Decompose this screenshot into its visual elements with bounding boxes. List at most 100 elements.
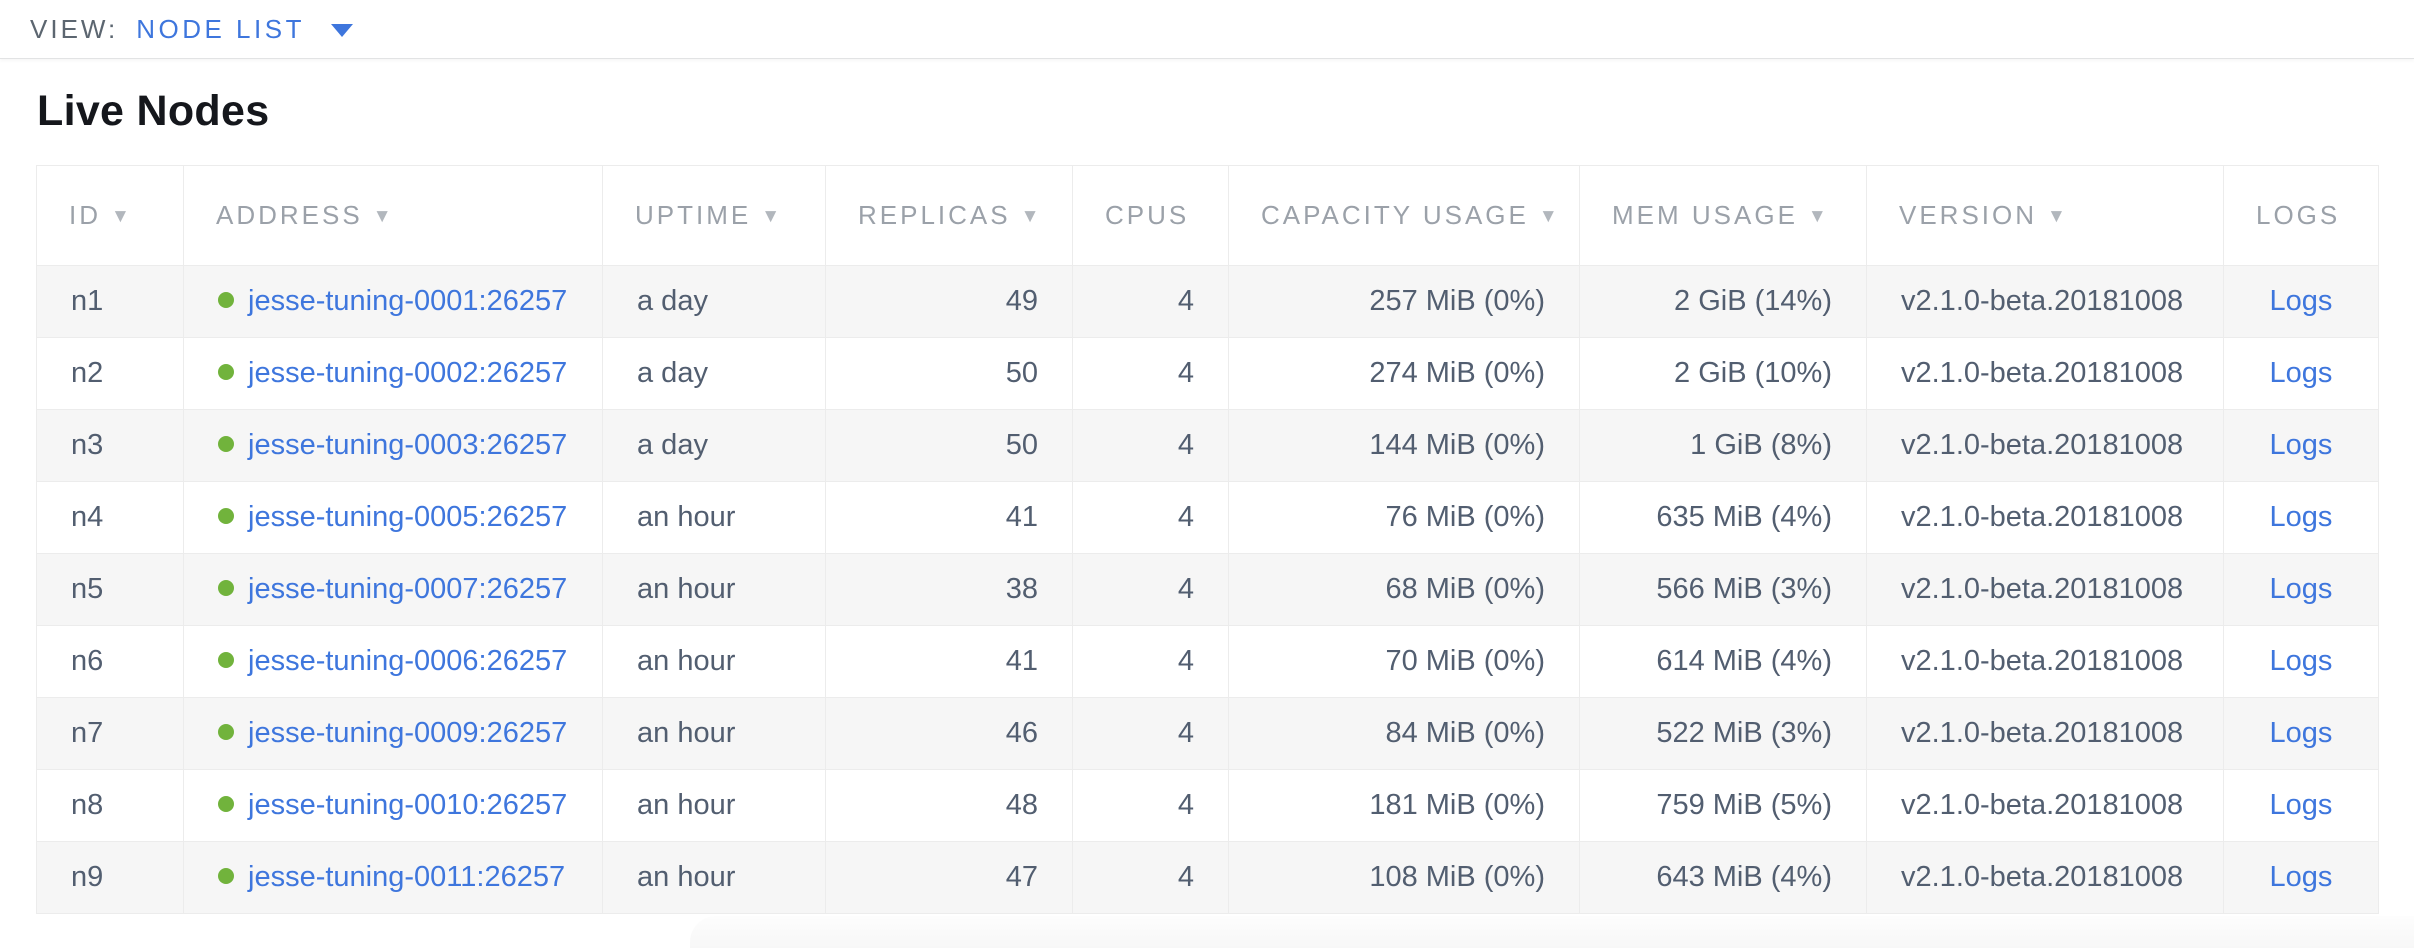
cell-address: jesse-tuning-0006:26257: [184, 626, 603, 698]
cell-logs: Logs: [2224, 626, 2379, 698]
column-header-label: ADDRESS: [216, 200, 363, 230]
node-address-link[interactable]: jesse-tuning-0002:26257: [248, 357, 567, 389]
column-header-capacity[interactable]: CAPACITY USAGE▼: [1229, 166, 1580, 266]
cell-id: n9: [37, 842, 184, 914]
table-row: n7jesse-tuning-0009:26257an hour46484 Mi…: [37, 698, 2379, 770]
node-address-link[interactable]: jesse-tuning-0009:26257: [248, 717, 567, 749]
cell-version: v2.1.0-beta.20181008: [1867, 338, 2224, 410]
node-address-link[interactable]: jesse-tuning-0011:26257: [248, 861, 565, 893]
table-row: n9jesse-tuning-0011:26257an hour474108 M…: [37, 842, 2379, 914]
cell-address: jesse-tuning-0007:26257: [184, 554, 603, 626]
table-row: n4jesse-tuning-0005:26257an hour41476 Mi…: [37, 482, 2379, 554]
logs-link[interactable]: Logs: [2270, 717, 2333, 749]
logs-link[interactable]: Logs: [2270, 861, 2333, 893]
cell-logs: Logs: [2224, 770, 2379, 842]
column-header-label: CPUS: [1105, 200, 1189, 230]
cell-logs: Logs: [2224, 698, 2379, 770]
sort-desc-icon: ▼: [373, 206, 395, 228]
cell-uptime: an hour: [603, 626, 826, 698]
cell-version: v2.1.0-beta.20181008: [1867, 554, 2224, 626]
node-address-link[interactable]: jesse-tuning-0005:26257: [248, 501, 567, 533]
sort-desc-icon: ▼: [1021, 206, 1043, 228]
cell-address: jesse-tuning-0001:26257: [184, 266, 603, 338]
cell-logs: Logs: [2224, 842, 2379, 914]
cell-version: v2.1.0-beta.20181008: [1867, 266, 2224, 338]
sort-desc-icon: ▼: [761, 206, 783, 228]
logs-link[interactable]: Logs: [2270, 501, 2333, 533]
table-header-row: ID▼ ADDRESS ▼ UPTIME ▼ REPLICAS ▼ CPUS CAPACITY …: [37, 166, 2379, 266]
logs-link[interactable]: Logs: [2270, 357, 2333, 389]
cell-mem: 635 MiB (4%): [1580, 482, 1867, 554]
cell-cpus: 4: [1073, 554, 1229, 626]
node-status-icon: [218, 436, 234, 452]
cell-logs: Logs: [2224, 338, 2379, 410]
cell-replicas: 49: [826, 266, 1073, 338]
column-header-replicas[interactable]: REPLICAS ▼: [826, 166, 1073, 266]
cell-uptime: an hour: [603, 842, 826, 914]
node-address-link[interactable]: jesse-tuning-0003:26257: [248, 429, 567, 461]
cell-address: jesse-tuning-0011:26257: [184, 842, 603, 914]
cell-logs: Logs: [2224, 554, 2379, 626]
sort-desc-icon: ▼: [1808, 206, 1830, 228]
view-node-list-dropdown[interactable]: NODE LIST: [136, 14, 353, 45]
column-header-logs: LOGS: [2224, 166, 2379, 266]
column-header-uptime[interactable]: UPTIME ▼: [603, 166, 826, 266]
cell-address: jesse-tuning-0010:26257: [184, 770, 603, 842]
column-header-address[interactable]: ADDRESS ▼: [184, 166, 603, 266]
table-row: n6jesse-tuning-0006:26257an hour41470 Mi…: [37, 626, 2379, 698]
view-selected-value[interactable]: NODE LIST: [136, 14, 305, 45]
cell-replicas: 38: [826, 554, 1073, 626]
column-header-id[interactable]: ID▼: [37, 166, 184, 266]
cell-mem: 643 MiB (4%): [1580, 842, 1867, 914]
node-status-icon: [218, 868, 234, 884]
view-bar: VIEW: NODE LIST: [0, 0, 2414, 59]
cell-id: n5: [37, 554, 184, 626]
column-header-version[interactable]: VERSION▼: [1867, 166, 2224, 266]
chevron-down-icon: [331, 24, 353, 37]
cell-id: n2: [37, 338, 184, 410]
cell-version: v2.1.0-beta.20181008: [1867, 482, 2224, 554]
table-row: n3jesse-tuning-0003:26257a day504144 MiB…: [37, 410, 2379, 482]
cell-mem: 759 MiB (5%): [1580, 770, 1867, 842]
logs-link[interactable]: Logs: [2270, 285, 2333, 317]
cell-version: v2.1.0-beta.20181008: [1867, 410, 2224, 482]
column-header-label: REPLICAS: [858, 200, 1011, 230]
logs-link[interactable]: Logs: [2270, 789, 2333, 821]
cell-mem: 522 MiB (3%): [1580, 698, 1867, 770]
logs-link[interactable]: Logs: [2270, 573, 2333, 605]
cell-capacity: 144 MiB (0%): [1229, 410, 1580, 482]
node-address-link[interactable]: jesse-tuning-0007:26257: [248, 573, 567, 605]
cell-cpus: 4: [1073, 410, 1229, 482]
cell-capacity: 274 MiB (0%): [1229, 338, 1580, 410]
cell-id: n1: [37, 266, 184, 338]
cell-capacity: 68 MiB (0%): [1229, 554, 1580, 626]
table-row: n1jesse-tuning-0001:26257a day494257 MiB…: [37, 266, 2379, 338]
cell-uptime: a day: [603, 266, 826, 338]
column-header-cpus: CPUS: [1073, 166, 1229, 266]
table-row: n8jesse-tuning-0010:26257an hour484181 M…: [37, 770, 2379, 842]
logs-link[interactable]: Logs: [2270, 645, 2333, 677]
node-address-link[interactable]: jesse-tuning-0001:26257: [248, 285, 567, 317]
cell-id: n7: [37, 698, 184, 770]
cell-address: jesse-tuning-0003:26257: [184, 410, 603, 482]
cell-version: v2.1.0-beta.20181008: [1867, 770, 2224, 842]
node-address-link[interactable]: jesse-tuning-0010:26257: [248, 789, 567, 821]
cell-capacity: 181 MiB (0%): [1229, 770, 1580, 842]
cell-cpus: 4: [1073, 770, 1229, 842]
sort-desc-icon: ▼: [111, 206, 133, 228]
column-header-label: UPTIME: [635, 200, 751, 230]
cell-replicas: 50: [826, 410, 1073, 482]
node-status-icon: [218, 508, 234, 524]
node-status-icon: [218, 652, 234, 668]
cell-replicas: 41: [826, 482, 1073, 554]
cell-cpus: 4: [1073, 482, 1229, 554]
column-header-label: MEM USAGE: [1612, 200, 1798, 230]
column-header-label: CAPACITY USAGE: [1261, 200, 1529, 230]
cell-uptime: an hour: [603, 698, 826, 770]
cell-id: n3: [37, 410, 184, 482]
column-header-mem[interactable]: MEM USAGE ▼: [1580, 166, 1867, 266]
node-address-link[interactable]: jesse-tuning-0006:26257: [248, 645, 567, 677]
live-nodes-table-container: ID▼ ADDRESS ▼ UPTIME ▼ REPLICAS ▼ CPUS CAPACITY …: [36, 165, 2378, 914]
cell-cpus: 4: [1073, 266, 1229, 338]
logs-link[interactable]: Logs: [2270, 429, 2333, 461]
